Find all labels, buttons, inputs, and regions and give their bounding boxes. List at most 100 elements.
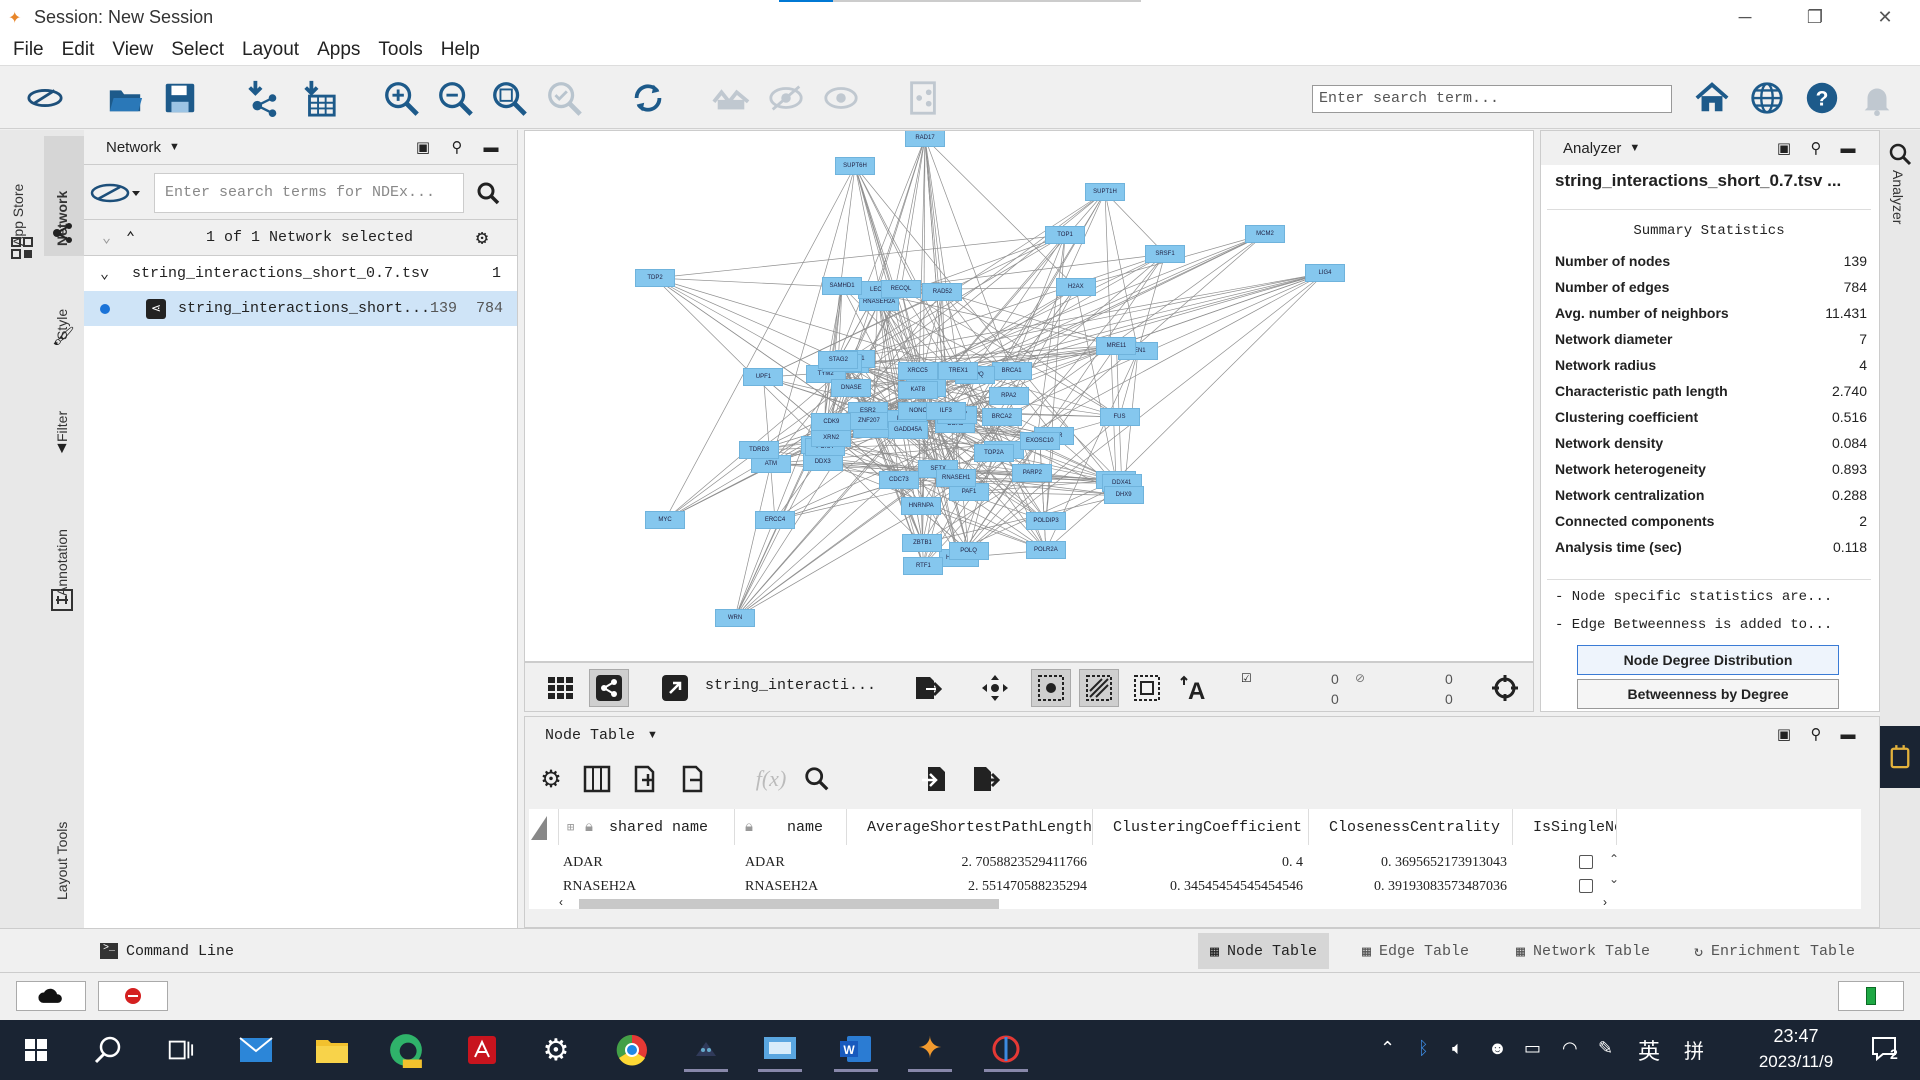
network-node[interactable]: BRCA1 <box>991 362 1032 381</box>
windows-start-icon[interactable] <box>14 1028 58 1072</box>
network-node[interactable]: RPA2 <box>988 387 1029 406</box>
home-icon[interactable] <box>1691 77 1733 119</box>
column-header-closeness-centrality[interactable]: ClosenessCentrality <box>1309 809 1513 845</box>
qq-icon[interactable]: ☻ <box>1488 1038 1507 1059</box>
analyzer-tab-icon[interactable] <box>1888 142 1912 166</box>
node-table-pin-icon[interactable]: ⚲ <box>1807 725 1825 743</box>
network-node[interactable]: RAD17 <box>905 131 945 147</box>
network-node[interactable]: MYC <box>645 511 685 529</box>
network-node[interactable]: PARP2 <box>1012 463 1053 482</box>
tab-filter[interactable]: Filter <box>54 372 70 442</box>
network-node[interactable]: CDC73 <box>878 471 919 490</box>
tab-app-store[interactable]: App Store <box>10 146 26 246</box>
network-node[interactable]: UPF1 <box>743 368 784 387</box>
tab-node-table[interactable]: ▦ Node Table <box>1198 933 1330 969</box>
menu-file[interactable]: File <box>4 39 53 61</box>
close-button[interactable]: ✕ <box>1850 0 1920 34</box>
collection-chevron-icon[interactable]: ⌄ <box>100 264 109 283</box>
analyzer-title[interactable]: Analyzer <box>1563 140 1621 157</box>
open-session-icon[interactable] <box>104 77 146 119</box>
ndex-search-input[interactable]: Enter search terms for NDEx... <box>154 173 464 213</box>
network-node[interactable]: SAMHD1 <box>822 277 863 296</box>
network-node[interactable]: ILF3 <box>925 402 966 421</box>
network-node[interactable]: RTF1 <box>903 556 944 575</box>
minimize-panel-icon[interactable]: ▬ <box>482 138 500 156</box>
network-node[interactable]: XRCC5 <box>897 361 938 380</box>
network-view-mode-icon[interactable] <box>589 669 629 707</box>
horizontal-scrollbar[interactable]: ‹ › <box>553 895 1613 911</box>
network-node[interactable]: LIG4 <box>1305 264 1345 282</box>
network-node[interactable]: HNRNPA <box>901 497 942 516</box>
network-settings-gear-icon[interactable]: ⚙ <box>476 225 488 251</box>
analyzer-pin-icon[interactable]: ⚲ <box>1807 139 1825 157</box>
cell-is-single-node-checkbox[interactable] <box>1579 879 1593 893</box>
cell-clustering-coefficient[interactable]: 0. 4 <box>1093 851 1303 875</box>
acrobat-icon[interactable] <box>460 1028 504 1072</box>
ime-mode[interactable]: 拼 <box>1684 1035 1704 1064</box>
minimize-button[interactable]: ─ <box>1710 0 1780 34</box>
notification-bell-icon[interactable] <box>1856 77 1898 119</box>
cell-avg-shortest-path[interactable]: 2. 551470588235294 <box>847 875 1087 899</box>
column-header-shared-name[interactable]: ⊞ 🔒︎ shared name <box>559 809 735 845</box>
horizontal-scroll-thumb[interactable] <box>579 899 999 909</box>
clock-time[interactable]: 23:47 <box>1736 1026 1856 1047</box>
network-node[interactable]: TOP1 <box>1045 226 1085 244</box>
tab-edge-table[interactable]: ▦ Edge Table <box>1350 933 1481 969</box>
search-input[interactable]: Enter search term... <box>1312 85 1672 113</box>
tray-overflow-icon[interactable]: ⌃ <box>1380 1038 1395 1059</box>
tab-annotation[interactable]: Annotation <box>54 486 70 596</box>
cell-name[interactable]: ADAR <box>745 851 785 875</box>
restore-button[interactable]: ❐ <box>1780 0 1850 34</box>
network-node[interactable]: POLR2A <box>1025 541 1066 560</box>
menu-help[interactable]: Help <box>432 39 489 61</box>
export-table-icon[interactable] <box>965 761 1005 797</box>
select-nodes-icon[interactable] <box>1031 669 1071 707</box>
cell-clustering-coefficient[interactable]: 0. 34545454545454546 <box>1093 875 1303 899</box>
save-session-icon[interactable] <box>159 77 201 119</box>
node-table-minimize-icon[interactable]: ▬ <box>1839 725 1857 743</box>
column-header-is-single-node[interactable]: IsSingleNod <box>1513 809 1617 845</box>
network-node[interactable]: XRN2 <box>811 428 852 447</box>
terminal-app-icon[interactable] <box>684 1028 728 1072</box>
mail-icon[interactable] <box>234 1028 278 1072</box>
tab-layout-tools[interactable]: Layout Tools <box>54 780 70 900</box>
node-table-dropdown-icon[interactable]: ▼ <box>647 729 658 741</box>
node-degree-distribution-button[interactable]: Node Degree Distribution <box>1577 645 1839 675</box>
network-node[interactable]: SUPT1H <box>1085 183 1125 201</box>
cell-is-single-node-checkbox[interactable] <box>1579 855 1593 869</box>
command-line-tab[interactable]: >_ Command Line <box>88 933 246 969</box>
detach-view-icon[interactable] <box>655 669 695 707</box>
network-node[interactable]: WRN <box>715 609 755 627</box>
node-table-title[interactable]: Node Table <box>545 727 635 744</box>
edge-dev-icon[interactable] <box>384 1028 428 1072</box>
clock-date[interactable]: 2023/11/9 <box>1736 1052 1856 1072</box>
network-node[interactable]: RECQL <box>880 280 921 298</box>
network-node[interactable]: ZNF207 <box>848 411 889 430</box>
collection-row[interactable]: ⌄ string_interactions_short_0.7.tsv 1 <box>84 256 517 291</box>
cytoscape-taskbar-icon[interactable]: ✦ <box>908 1028 952 1072</box>
column-header-name[interactable]: 🔒︎ name <box>735 809 847 845</box>
network-node[interactable]: CDK9 <box>811 412 852 431</box>
pin-panel-icon[interactable]: ⚲ <box>448 138 466 156</box>
zoom-fit-icon[interactable] <box>488 77 530 119</box>
network-node[interactable]: MRE11 <box>1096 336 1137 355</box>
delete-column-icon[interactable] <box>673 761 713 797</box>
navigator-crosshair-icon[interactable] <box>1485 669 1525 707</box>
create-column-icon[interactable] <box>625 761 665 797</box>
network-node[interactable]: RAD52 <box>922 282 963 301</box>
word-icon[interactable]: W <box>834 1028 878 1072</box>
side-drawer-icon[interactable] <box>1880 726 1920 788</box>
analyzer-float-icon[interactable]: ▣ <box>1775 139 1793 157</box>
settings-taskbar-icon[interactable]: ⚙ <box>534 1028 578 1072</box>
network-node[interactable]: RNASEH1 <box>936 469 977 488</box>
menu-view[interactable]: View <box>103 39 162 61</box>
network-node[interactable]: TDRD3 <box>739 440 780 459</box>
table-search-icon[interactable] <box>797 761 837 797</box>
vertical-scrollbar[interactable]: ⌃ ⌄ <box>1609 849 1623 897</box>
menu-edit[interactable]: Edit <box>53 39 104 61</box>
network-node[interactable]: POLDIP3 <box>1026 511 1067 530</box>
show-labels-icon[interactable]: A <box>1175 669 1215 707</box>
column-header-clustering-coefficient[interactable]: ClusteringCoefficient <box>1093 809 1309 845</box>
cell-shared-name[interactable]: ADAR <box>563 851 603 875</box>
network-node[interactable]: ERCC4 <box>755 511 795 529</box>
